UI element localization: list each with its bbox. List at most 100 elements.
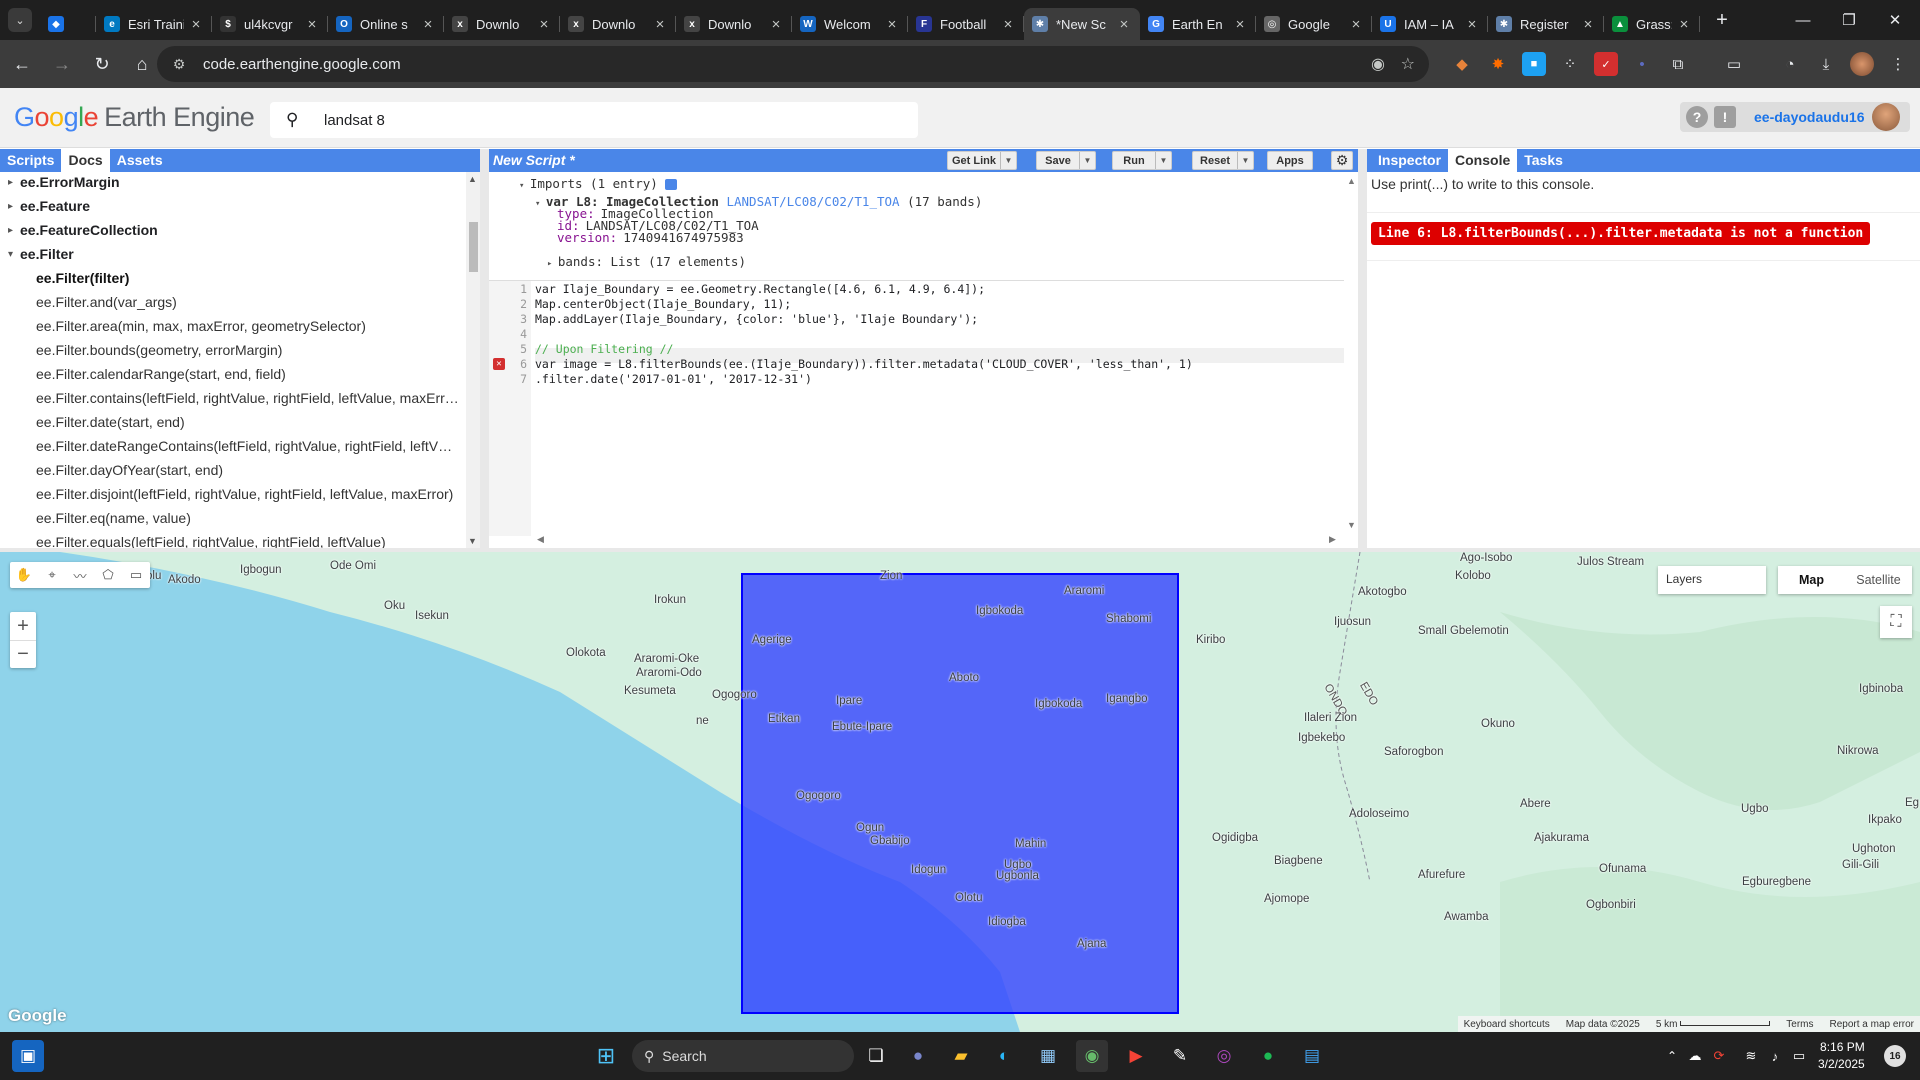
notes-icon[interactable]: ▤ [1296, 1040, 1328, 1072]
map-canvas[interactable]: Igbogun Ode Omi Akodo olu Oku Isekun Irokun Olo… [0, 552, 1920, 1032]
code-line[interactable]: Map.centerObject(Ilaje_Boundary, 11); [535, 297, 791, 312]
scroll-right-icon[interactable]: ▶ [1329, 534, 1336, 545]
feedback-icon[interactable]: ! [1714, 106, 1736, 128]
sparkle-extension-icon[interactable]: ✸ [1486, 52, 1510, 76]
code-line[interactable]: var image = L8.filterBounds(ee.(Ilaje_Bo… [535, 357, 1193, 372]
task-view-icon[interactable]: ❏ [860, 1040, 892, 1072]
tab-close-icon[interactable]: × [884, 16, 900, 33]
tab-close-icon[interactable]: × [1232, 16, 1248, 33]
store-icon[interactable]: ▦ [1032, 1040, 1064, 1072]
home-icon[interactable]: ⌂ [124, 46, 160, 82]
scroll-up-icon[interactable]: ▲ [468, 174, 477, 184]
docs-method-item[interactable]: ee.Filter.calendarRange(start, end, fiel… [0, 362, 466, 386]
draw-rectangle-icon[interactable]: ▭ [122, 562, 150, 588]
restore-icon[interactable]: ❐ [1826, 0, 1872, 40]
wifi-icon[interactable]: ≋ [1740, 1040, 1762, 1072]
edge-icon[interactable]: ◐ [988, 1040, 1020, 1072]
code-line[interactable]: Map.addLayer(Ilaje_Boundary, {color: 'bl… [535, 312, 978, 327]
pan-hand-icon[interactable]: ✋ [10, 562, 38, 588]
extensions-puzzle-icon[interactable]: ⧉ [1666, 52, 1690, 76]
add-marker-icon[interactable]: ⌖ [38, 562, 66, 588]
browser-tab[interactable]: ◆ [40, 8, 96, 40]
docs-namespace-item[interactable]: ▸ ee.ErrorMargin [0, 172, 466, 194]
tray-chevron-icon[interactable]: ⌃ [1662, 1040, 1682, 1072]
draw-polygon-icon[interactable]: ⬠ [94, 562, 122, 588]
chevron-down-icon[interactable]: ▼ [1155, 152, 1171, 169]
chrome-icon[interactable]: ◉ [1076, 1040, 1108, 1072]
taskbar-search[interactable]: ⚲ Search [632, 1040, 854, 1072]
browser-tab[interactable]: ◎ Google × [1256, 8, 1372, 40]
keyboard-shortcuts-link[interactable]: Keyboard shortcuts [1464, 1019, 1550, 1030]
browser-tab[interactable]: ✱ Register × [1488, 8, 1604, 40]
imports-header[interactable]: ▾ Imports (1 entry) [519, 176, 678, 191]
docs-namespace-item[interactable]: ▸ ee.FeatureCollection [0, 218, 466, 242]
error-marker-icon[interactable]: ✕ [493, 358, 505, 370]
tab-close-icon[interactable]: × [1676, 16, 1692, 33]
apps-button[interactable]: Apps [1267, 151, 1313, 170]
expand-arrow-icon[interactable]: ▾ [8, 249, 20, 260]
eye-icon[interactable]: ◉ [1371, 54, 1385, 74]
layers-button[interactable]: Layers [1658, 566, 1766, 594]
chevron-down-icon[interactable]: ▼ [1237, 152, 1253, 169]
tab-docs[interactable]: Docs [61, 149, 110, 172]
taskbar-clock[interactable]: 8:16 PM 3/2/2025 [1818, 1039, 1865, 1073]
docs-method-item[interactable]: ee.Filter.and(var_args) [0, 290, 466, 314]
docs-method-item[interactable]: ee.Filter.bounds(geometry, errorMargin) [0, 338, 466, 362]
volume-icon[interactable]: ♪ [1764, 1040, 1786, 1072]
draw-line-icon[interactable]: 〰 [66, 562, 94, 588]
tab-close-icon[interactable]: × [1116, 16, 1132, 33]
terms-link[interactable]: Terms [1786, 1019, 1813, 1030]
browser-tab[interactable]: O Online s × [328, 8, 444, 40]
tab-tasks[interactable]: Tasks [1517, 149, 1570, 172]
tab-scripts[interactable]: Scripts [0, 149, 61, 172]
bookmark-star-icon[interactable]: ☆ [1401, 54, 1415, 74]
docs-method-item[interactable]: ee.Filter.area(min, max, maxError, geome… [0, 314, 466, 338]
browser-tab[interactable]: x Downlo × [444, 8, 560, 40]
back-icon[interactable]: ← [4, 46, 40, 82]
google-earth-engine-logo[interactable]: Google Earth Engine [14, 102, 255, 133]
reading-mode-icon[interactable]: ▭ [1722, 52, 1746, 76]
new-tab-button[interactable]: + [1708, 9, 1736, 32]
download-icon[interactable]: ⤓ [1814, 52, 1838, 76]
onedrive-icon[interactable]: ☁ [1684, 1040, 1706, 1072]
reset-button[interactable]: Reset ▼ [1192, 151, 1254, 170]
sync-icon[interactable]: ⟳ [1708, 1040, 1730, 1072]
tab-close-icon[interactable]: × [1580, 16, 1596, 33]
docs-method-item[interactable]: ee.Filter.dayOfYear(start, end) [0, 458, 466, 482]
browser-tab[interactable]: e Esri Training× [96, 8, 212, 40]
tab-search-icon[interactable]: ⌄ [8, 8, 32, 32]
app-icon[interactable]: ✎ [1164, 1040, 1196, 1072]
console-error-message[interactable]: Line 6: L8.filterBounds(...).filter.meta… [1371, 222, 1871, 245]
battery-icon[interactable]: ▭ [1788, 1040, 1810, 1072]
tab-assets[interactable]: Assets [110, 149, 170, 172]
docs-method-item[interactable]: ee.Filter.eq(name, value) [0, 506, 466, 530]
zoom-in-button[interactable]: + [10, 612, 36, 640]
browser-tab[interactable]: W Welcom × [792, 8, 908, 40]
start-windows-icon[interactable]: ⊞ [590, 1040, 622, 1072]
show-code-icon[interactable] [665, 179, 678, 190]
expand-arrow-icon[interactable]: ▸ [8, 177, 20, 188]
fullscreen-icon[interactable]: ⛶ [1880, 606, 1912, 638]
chevron-down-icon[interactable]: ▼ [1000, 152, 1016, 169]
browser-tab[interactable]: x Downlo × [676, 8, 792, 40]
file-explorer-icon[interactable]: ▰ [945, 1040, 977, 1072]
panel-divider[interactable] [1358, 149, 1367, 548]
teams-icon[interactable]: ● [902, 1040, 934, 1072]
search-places-input[interactable]: ⚲ landsat 8 [270, 102, 918, 138]
tab-close-icon[interactable]: × [1464, 16, 1480, 33]
code-line[interactable]: var Ilaje_Boundary = ee.Geometry.Rectang… [535, 282, 985, 297]
browser-tab[interactable]: F Football × [908, 8, 1024, 40]
scroll-down-icon[interactable]: ▼ [468, 536, 477, 546]
import-bands[interactable]: ▸ bands: List (17 elements) [547, 254, 746, 269]
browser-tab[interactable]: $ ul4kcvgr × [212, 8, 328, 40]
tab-close-icon[interactable]: × [1000, 16, 1016, 33]
youtube-icon[interactable]: ▶ [1120, 1040, 1152, 1072]
tab-close-icon[interactable]: × [304, 16, 320, 33]
panel-divider[interactable] [480, 149, 489, 548]
code-line[interactable]: .filter.date('2017-01-01', '2017-12-31') [535, 372, 812, 387]
site-info-icon[interactable]: ⚙ [169, 56, 189, 73]
spotify-icon[interactable]: ● [1252, 1040, 1284, 1072]
docs-scrollbar[interactable]: ▲ ▼ [466, 172, 480, 548]
dice-extension-icon[interactable]: ⁘ [1558, 52, 1582, 76]
browser-tab[interactable]: U IAM – IA × [1372, 8, 1488, 40]
